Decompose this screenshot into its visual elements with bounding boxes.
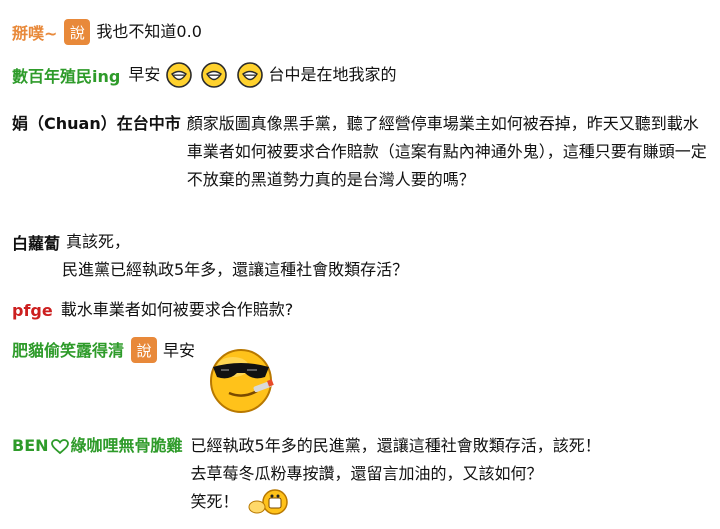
cool-smoking-emoji-icon xyxy=(210,349,274,413)
comment-1: 掰噗~ 說 我也不知道0.0 xyxy=(12,18,708,46)
plurk-response-list: 掰噗~ 說 我也不知道0.0 數百年殖民ing 早安 台中是在地我家的 娟（Ch… xyxy=(0,0,720,529)
grin-emoji-icon xyxy=(201,62,228,88)
comment-text-line-1: 已經執政5年多的民進黨，還讓這種社會敗類存活，該死！ xyxy=(190,436,601,455)
comment-6: 肥貓偷笑露得清 說 早安 xyxy=(12,337,708,417)
comment-4: 白蘿蔔 真該死， 民進黨已經執政5年多，還讓這種社會敗類存活？ xyxy=(12,228,708,284)
laughing-emoji-icon xyxy=(248,489,288,515)
comment-2: 數百年殖民ing 早安 台中是在地我家的 xyxy=(12,61,708,89)
grin-emoji-icon xyxy=(166,62,193,88)
commenter-name[interactable]: pfge xyxy=(12,301,53,320)
heart-icon xyxy=(50,438,69,454)
commenter-name-suffix: 綠咖哩無骨脆雞 xyxy=(70,436,183,455)
comment-7: BEN 綠咖哩無骨脆雞 已經執政5年多的民進黨，還讓這種社會敗類存活，該死！ 去… xyxy=(12,432,708,516)
comment-text-line-3: 笑死！ xyxy=(190,492,239,511)
commenter-name[interactable]: 娟（Chuan）在台中市 xyxy=(12,110,181,194)
comment-3: 娟（Chuan）在台中市 顏家版圖真像黑手黨，聽了經營停車場業主如何被吞掉，昨天… xyxy=(12,110,708,194)
grin-emoji-icon xyxy=(236,62,263,88)
commenter-name-prefix: BEN xyxy=(12,436,49,455)
commenter-name[interactable]: 數百年殖民ing xyxy=(12,63,120,87)
comment-text-line-1: 真該死， xyxy=(66,232,131,251)
speech-badge: 說 xyxy=(131,337,158,363)
comment-text-line-2: 去草莓冬瓜粉專按讚，還留言加油的，又該如何？ xyxy=(190,464,543,483)
comment-text: 台中是在地我家的 xyxy=(268,65,397,84)
comment-text: 早安 xyxy=(163,341,196,360)
commenter-name[interactable]: 掰噗~ xyxy=(12,20,57,44)
commenter-name[interactable]: 白蘿蔔 xyxy=(12,230,60,254)
comment-5: pfge 載水車業者如何被要求合作賠款? xyxy=(12,296,708,324)
commenter-name[interactable]: 肥貓偷笑露得清 xyxy=(12,337,124,365)
comment-text: 顏家版圖真像黑手黨，聽了經營停車場業主如何被吞掉，昨天又聽到載水車業者如何被要求… xyxy=(186,114,707,189)
comment-text: 我也不知道0.0 xyxy=(96,22,202,41)
comment-text: 載水車業者如何被要求合作賠款? xyxy=(60,300,294,319)
comment-text-line-2: 民進黨已經執政5年多，還讓這種社會敗類存活？ xyxy=(62,260,409,279)
comment-text: 早安 xyxy=(128,65,161,84)
commenter-name[interactable]: BEN 綠咖哩無骨脆雞 xyxy=(12,432,183,460)
speech-badge: 說 xyxy=(64,19,91,45)
